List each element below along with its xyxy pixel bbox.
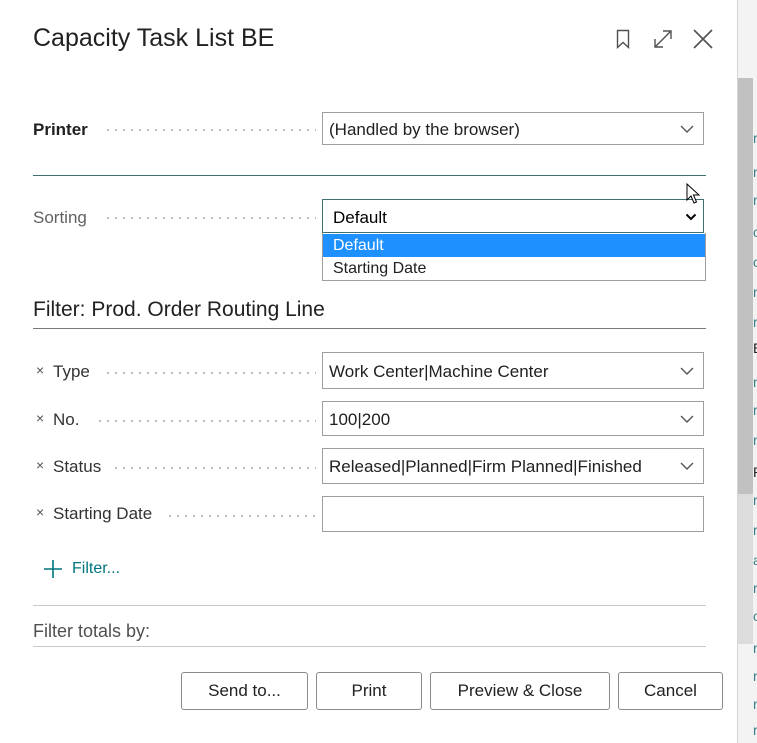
dialog-title: Capacity Task List BE xyxy=(33,24,275,52)
background-text: r xyxy=(753,432,757,448)
filter-type-value: Work Center|Machine Center xyxy=(329,362,549,381)
chevron-down-icon xyxy=(680,125,694,133)
printer-value: (Handled by the browser) xyxy=(329,120,520,139)
remove-filter-icon[interactable]: × xyxy=(36,362,44,378)
section-divider xyxy=(33,328,706,329)
print-button[interactable]: Print xyxy=(316,672,422,710)
filter-label-status: Status xyxy=(53,457,102,476)
label-leader xyxy=(166,515,316,517)
filter-label-no: No. xyxy=(53,410,80,429)
background-text: r xyxy=(753,192,757,208)
background-text: r xyxy=(753,374,757,390)
cancel-button[interactable]: Cancel xyxy=(618,672,723,710)
scrollbar-track[interactable] xyxy=(737,494,753,644)
sorting-option-default[interactable]: Default xyxy=(323,234,705,257)
sorting-dropdown-list: Default Starting Date xyxy=(322,233,706,281)
filter-totals-label: Filter totals by: xyxy=(33,621,151,641)
scrollbar-thumb[interactable] xyxy=(737,78,753,494)
footer-divider xyxy=(33,646,706,647)
background-text: r xyxy=(753,722,757,738)
request-page-dialog: Capacity Task List BE Printer (Handled b… xyxy=(0,0,738,743)
background-text: c xyxy=(753,254,757,270)
filter-label-type: Type xyxy=(53,362,90,381)
sorting-option-starting-date[interactable]: Starting Date xyxy=(323,257,705,280)
label-leader xyxy=(96,420,316,422)
bookmark-icon[interactable] xyxy=(610,26,636,52)
background-text: r xyxy=(753,640,757,656)
filter-status-field[interactable]: Released|Planned|Firm Planned|Finished xyxy=(322,448,704,484)
printer-label: Printer xyxy=(33,120,88,139)
background-text: c xyxy=(753,224,757,240)
sorting-select[interactable]: Default xyxy=(322,199,704,233)
background-text: c xyxy=(753,608,757,624)
filter-section-title: Filter: Prod. Order Routing Line xyxy=(33,298,325,321)
background-text: r xyxy=(753,580,757,596)
chevron-down-icon[interactable] xyxy=(679,460,695,472)
background-text: r xyxy=(753,668,757,684)
preview-close-button[interactable]: Preview & Close xyxy=(430,672,610,710)
background-text: E xyxy=(753,340,757,356)
filter-starting-date-field[interactable] xyxy=(322,496,704,532)
remove-filter-icon[interactable]: × xyxy=(36,457,44,473)
filter-no-field[interactable]: 100|200 xyxy=(322,401,704,436)
background-text: P xyxy=(753,464,757,480)
background-text: r xyxy=(753,314,757,330)
background-text: r xyxy=(753,492,757,508)
label-leader xyxy=(104,129,316,131)
label-leader xyxy=(112,467,316,469)
printer-select[interactable]: (Handled by the browser) xyxy=(322,112,704,145)
chevron-down-icon[interactable] xyxy=(679,365,695,377)
sorting-label: Sorting xyxy=(33,208,87,227)
remove-filter-icon[interactable]: × xyxy=(36,410,44,426)
chevron-down-icon[interactable] xyxy=(679,413,695,425)
filter-label-starting-date: Starting Date xyxy=(53,504,153,523)
background-text: r xyxy=(753,164,757,180)
mouse-cursor-icon xyxy=(686,183,700,204)
background-text: r xyxy=(753,284,757,300)
filter-status-value: Released|Planned|Firm Planned|Finished xyxy=(329,457,642,476)
send-to-button[interactable]: Send to... xyxy=(181,672,308,710)
sorting-value: Default xyxy=(333,208,387,227)
section-divider xyxy=(33,605,706,606)
background-text: a xyxy=(753,552,757,568)
filter-type-field[interactable]: Work Center|Machine Center xyxy=(322,352,704,389)
plus-icon xyxy=(44,560,62,578)
label-leader xyxy=(104,372,316,374)
expand-icon[interactable] xyxy=(650,26,676,52)
add-filter-button[interactable]: Filter... xyxy=(42,558,120,580)
background-text: r xyxy=(753,522,757,538)
background-text: r xyxy=(753,696,757,712)
add-filter-label: Filter... xyxy=(72,560,121,577)
chevron-down-icon xyxy=(685,213,697,221)
filter-no-value: 100|200 xyxy=(329,410,391,429)
section-divider xyxy=(33,175,706,176)
background-text: r xyxy=(753,402,757,418)
remove-filter-icon[interactable]: × xyxy=(36,504,44,520)
close-icon[interactable] xyxy=(690,26,716,52)
label-leader xyxy=(104,217,316,219)
background-text: r xyxy=(753,130,757,146)
